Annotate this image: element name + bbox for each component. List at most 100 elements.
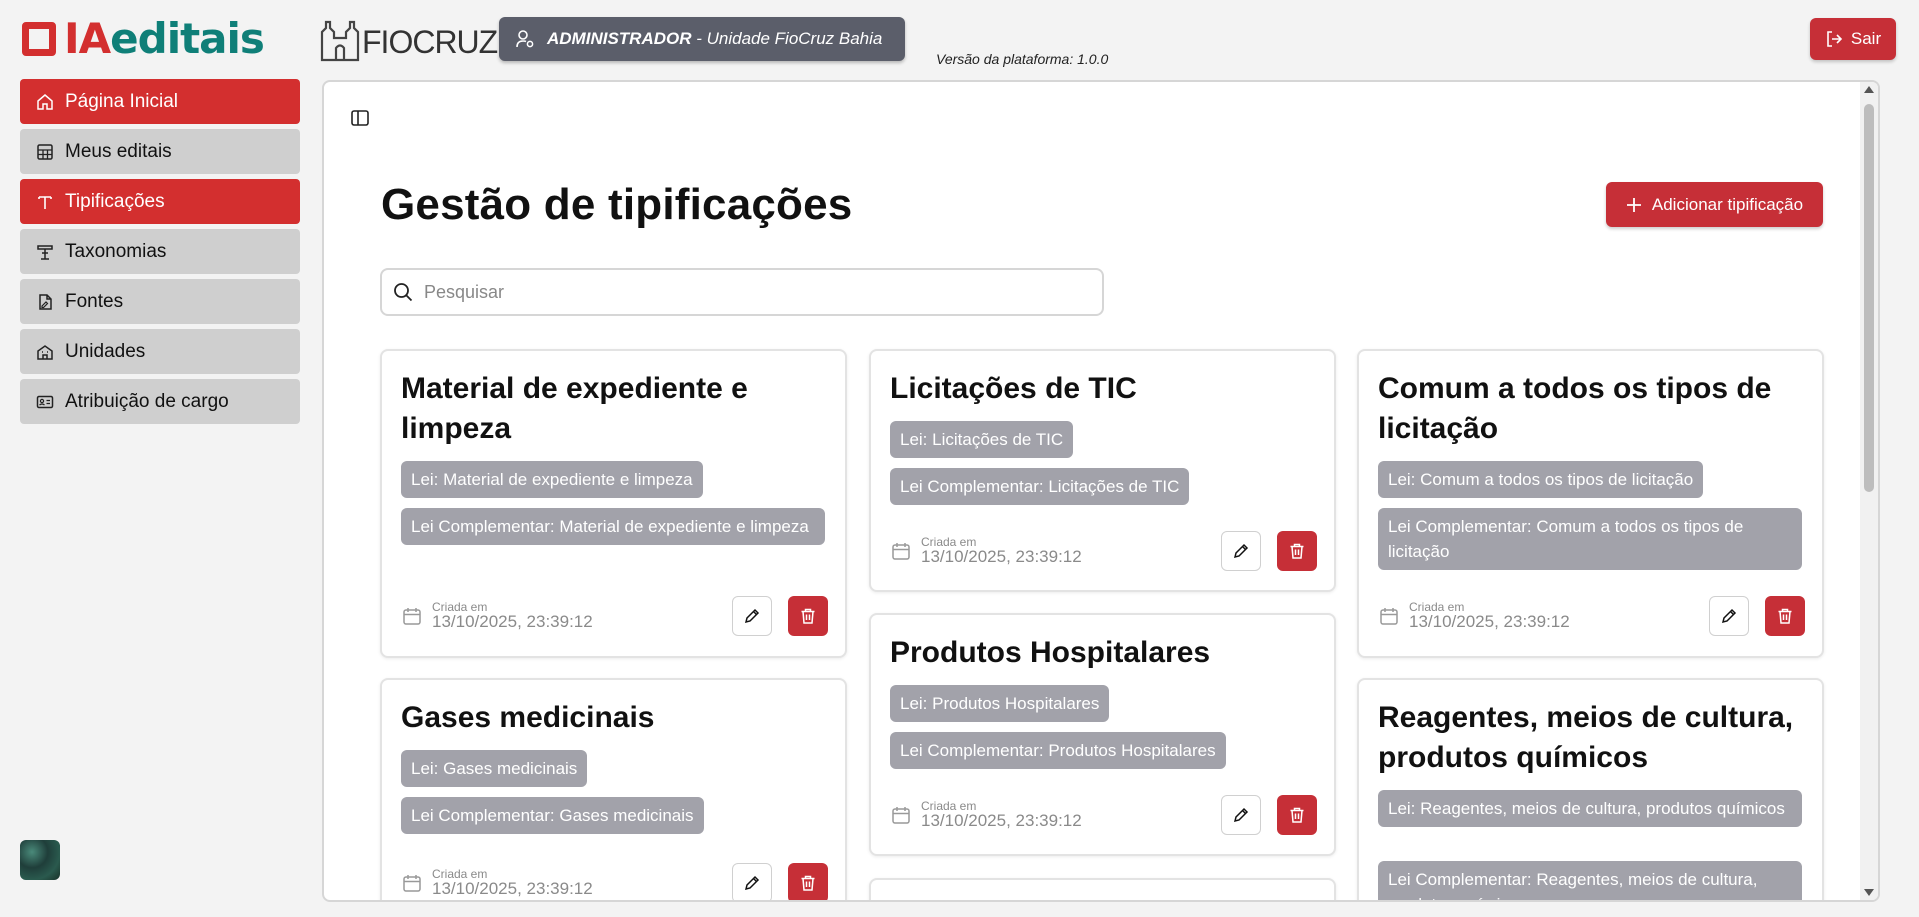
sidebar-item-taxonomias[interactable]: Taxonomias bbox=[20, 229, 300, 274]
edit-button[interactable] bbox=[1221, 795, 1261, 835]
created-meta: Criada em 13/10/2025, 23:39:12 bbox=[891, 536, 1082, 566]
logout-button[interactable]: Sair bbox=[1810, 18, 1896, 60]
user-settings-icon bbox=[516, 30, 534, 48]
card-title: Licitações de TIC bbox=[890, 372, 1137, 405]
sidebar-item-label: Atribuição de cargo bbox=[65, 390, 229, 412]
lei-complementar-chip: Lei Complementar: Gases medicinais bbox=[401, 797, 704, 834]
avatar[interactable] bbox=[20, 840, 60, 880]
logo-ia-text: IA bbox=[64, 14, 111, 63]
pencil-icon bbox=[1233, 543, 1249, 559]
sidebar-item-pagina-inicial[interactable]: Página Inicial bbox=[20, 79, 300, 124]
sidebar-item-meus-editais[interactable]: Meus editais bbox=[20, 129, 300, 174]
card-title: Reagentes, meios de cultura, produtos qu… bbox=[1378, 701, 1794, 774]
logo-editais-text: editais bbox=[110, 14, 265, 63]
plus-icon bbox=[1626, 197, 1641, 212]
header: IAeditais FIOCRUZ ADMINISTRADOR - Unidad… bbox=[0, 0, 1919, 78]
calendar-icon bbox=[403, 875, 421, 892]
edit-button[interactable] bbox=[732, 863, 772, 900]
card-title: Comum a todos os tipos de licitação bbox=[1378, 372, 1772, 445]
add-tipificacao-button[interactable]: Adicionar tipificação bbox=[1606, 182, 1823, 227]
fiocruz-text: FIOCRUZ bbox=[362, 24, 498, 60]
lei-complementar-chip: Lei Complementar: Produtos Hospitalares bbox=[890, 732, 1226, 769]
pencil-icon bbox=[1233, 807, 1249, 823]
card-title: Material de expediente e limpeza bbox=[401, 372, 748, 445]
delete-button[interactable] bbox=[788, 596, 828, 636]
tipificacao-card-comum-todos: Comum a todos os tipos de licitação Lei:… bbox=[1357, 349, 1824, 658]
edit-button[interactable] bbox=[1709, 596, 1749, 636]
created-date: 13/10/2025, 23:39:12 bbox=[921, 547, 1082, 566]
lei-chip: Lei: Licitações de TIC bbox=[890, 421, 1074, 458]
add-tipificacao-label: Adicionar tipificação bbox=[1651, 194, 1804, 214]
main-panel: Gestão de tipificações Adicionar tipific… bbox=[322, 80, 1880, 902]
created-meta: Criada em 13/10/2025, 23:39:12 bbox=[891, 800, 1082, 830]
delete-button[interactable] bbox=[1765, 596, 1805, 636]
sidebar-item-tipificacoes[interactable]: Tipificações bbox=[20, 179, 300, 224]
sidebar-item-label: Unidades bbox=[65, 340, 146, 362]
user-unit: - Unidade FioCruz Bahia bbox=[691, 29, 883, 48]
sidebar-item-unidades[interactable]: Unidades bbox=[20, 329, 300, 374]
lei-complementar-chip: Lei Complementar: Comum a todos os tipos… bbox=[1378, 508, 1802, 570]
sidebar-item-label: Meus editais bbox=[65, 140, 172, 162]
sidebar-item-label: Fontes bbox=[65, 290, 124, 312]
id-card-icon bbox=[35, 392, 55, 412]
logout-icon bbox=[1827, 31, 1843, 47]
lei-chip: Lei: Reagentes, meios de cultura, produt… bbox=[1378, 790, 1802, 827]
created-meta: Criada em 13/10/2025, 23:39:12 bbox=[402, 601, 593, 631]
scrollbar-thumb[interactable] bbox=[1864, 104, 1874, 492]
created-meta: Criada em 13/10/2025, 23:39:12 bbox=[402, 868, 593, 898]
created-date: 13/10/2025, 23:39:12 bbox=[1409, 612, 1570, 631]
user-role: ADMINISTRADOR bbox=[547, 29, 692, 48]
calendar-icon bbox=[892, 543, 910, 560]
delete-button[interactable] bbox=[788, 863, 828, 900]
sidebar: Página Inicial Meus editais Tipificações… bbox=[20, 79, 300, 429]
created-meta: Criada em 13/10/2025, 23:39:12 bbox=[1379, 601, 1570, 631]
tipificacao-card-material-expediente: Material de expediente e limpeza Lei: Ma… bbox=[380, 349, 847, 658]
sidebar-toggle-icon[interactable] bbox=[350, 108, 370, 128]
type-icon bbox=[35, 192, 55, 212]
scroll-up-arrow-icon[interactable] bbox=[1864, 86, 1874, 93]
table-icon bbox=[35, 142, 55, 162]
trash-icon bbox=[801, 875, 815, 891]
scroll-down-arrow-icon[interactable] bbox=[1864, 889, 1874, 896]
created-date: 13/10/2025, 23:39:12 bbox=[432, 612, 593, 631]
tipificacao-card-gases-medicinais: Gases medicinais Lei: Gases medicinais L… bbox=[380, 678, 847, 900]
tipificacao-card-licitacoes-tic: Licitações de TIC Lei: Licitações de TIC… bbox=[869, 349, 1336, 592]
edit-button[interactable] bbox=[732, 596, 772, 636]
sidebar-item-fontes[interactable]: Fontes bbox=[20, 279, 300, 324]
scrollbar[interactable] bbox=[1860, 82, 1878, 900]
calendar-icon bbox=[892, 807, 910, 824]
search-icon bbox=[394, 283, 413, 302]
tipificacao-card bbox=[869, 878, 1336, 900]
sidebar-item-label: Tipificações bbox=[65, 190, 165, 212]
fiocruz-logo: FIOCRUZ bbox=[320, 16, 498, 62]
sidebar-item-atribuicao-de-cargo[interactable]: Atribuição de cargo bbox=[20, 379, 300, 424]
edit-button[interactable] bbox=[1221, 531, 1261, 571]
created-date: 13/10/2025, 23:39:12 bbox=[921, 811, 1082, 830]
iaeditais-logo[interactable]: IAeditais bbox=[22, 14, 265, 63]
sidebar-item-label: Página Inicial bbox=[65, 90, 179, 112]
tipificacao-card-reagentes: Reagentes, meios de cultura, produtos qu… bbox=[1357, 678, 1824, 900]
trash-icon bbox=[801, 608, 815, 624]
pencil-icon bbox=[744, 875, 760, 891]
lei-chip: Lei: Comum a todos os tipos de licitação bbox=[1378, 461, 1704, 498]
fiocruz-castle-icon bbox=[320, 20, 360, 62]
search-input[interactable] bbox=[424, 281, 1074, 303]
lei-complementar-chip: Lei Complementar: Material de expediente… bbox=[401, 508, 825, 545]
file-source-icon bbox=[35, 292, 55, 312]
lei-complementar-chip: Lei Complementar: Reagentes, meios de cu… bbox=[1378, 861, 1802, 900]
platform-version: Versão da plataforma: 1.0.0 bbox=[936, 51, 1109, 67]
building-icon bbox=[35, 342, 55, 362]
taxonomy-icon bbox=[35, 242, 55, 262]
calendar-icon bbox=[403, 608, 421, 625]
page-title: Gestão de tipificações bbox=[381, 180, 853, 229]
tipificacao-card-produtos-hospitalares: Produtos Hospitalares Lei: Produtos Hosp… bbox=[869, 613, 1336, 856]
user-profile-chip[interactable]: ADMINISTRADOR - Unidade FioCruz Bahia bbox=[499, 17, 905, 61]
delete-button[interactable] bbox=[1277, 531, 1317, 571]
delete-button[interactable] bbox=[1277, 795, 1317, 835]
lei-complementar-chip: Lei Complementar: Licitações de TIC bbox=[890, 468, 1190, 505]
iaeditais-mark-icon bbox=[22, 22, 56, 56]
card-title: Gases medicinais bbox=[401, 701, 655, 734]
trash-icon bbox=[1290, 807, 1304, 823]
lei-chip: Lei: Produtos Hospitalares bbox=[890, 685, 1110, 722]
trash-icon bbox=[1778, 608, 1792, 624]
